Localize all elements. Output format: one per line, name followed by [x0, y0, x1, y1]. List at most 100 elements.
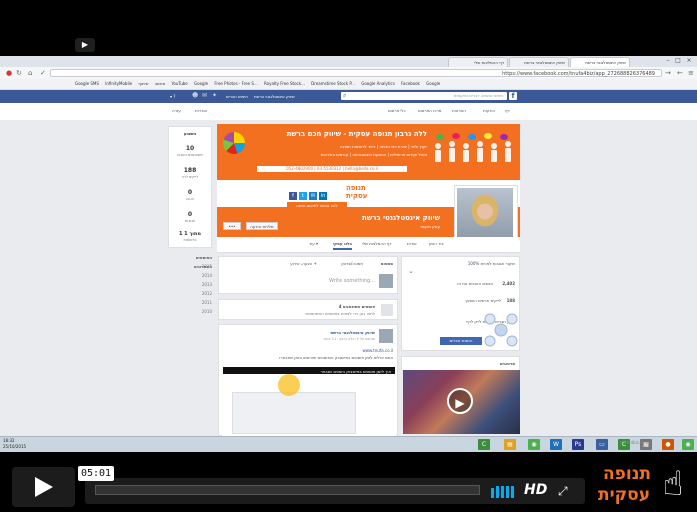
- linkedin-icon[interactable]: in: [319, 192, 327, 200]
- notifications-icon[interactable]: ✦: [212, 93, 218, 99]
- subnav-item[interactable]: הגדרות: [195, 108, 207, 113]
- stat-number[interactable]: 1 מתוך 1: [169, 231, 211, 237]
- bookmark-item[interactable]: Google: [426, 79, 440, 89]
- bookmark-item[interactable]: Free Photos - Free S...: [214, 79, 257, 89]
- search-icon[interactable]: ⌕: [343, 93, 349, 99]
- menu-icon[interactable]: ≡: [688, 69, 694, 77]
- composer-tab-offer[interactable]: הצעה, אירוע +: [290, 261, 317, 266]
- reach-count[interactable]: 188: [507, 298, 515, 303]
- facebook-logo[interactable]: f: [509, 92, 517, 100]
- year-link[interactable]: 2011: [186, 298, 212, 307]
- volume-bar[interactable]: [491, 488, 494, 498]
- stat-number[interactable]: 10: [169, 145, 211, 152]
- composer-tab-status[interactable]: סטטוס: [381, 261, 393, 266]
- friends-icon[interactable]: ☻: [192, 93, 198, 99]
- year-link[interactable]: 2012: [186, 289, 212, 298]
- app-icon[interactable]: ●: [662, 439, 674, 450]
- page-name[interactable]: שיווק אינסטלגנטי ברשת: [362, 214, 440, 222]
- photoshop-icon[interactable]: Ps: [572, 439, 584, 450]
- bookmark-item[interactable]: מחשב: [155, 79, 165, 89]
- tab-recommendations[interactable]: דף ההמלצות שלי: [362, 241, 392, 246]
- bookmark-item[interactable]: Dreamstime Stock P...: [311, 79, 355, 89]
- browser-tab-active[interactable]: שיווק אינסטלגנטי ברשת: [570, 57, 630, 67]
- hd-toggle[interactable]: HD: [524, 482, 547, 498]
- chrome-icon[interactable]: ◉: [682, 439, 694, 450]
- subnav-item[interactable]: דף: [505, 108, 510, 113]
- browser-tab[interactable]: דף ההמלצות שלי: [448, 57, 508, 67]
- close-window-icon[interactable]: ×: [685, 57, 693, 64]
- volume-bar[interactable]: [506, 486, 509, 498]
- chrome-icon[interactable]: ◉: [528, 439, 540, 450]
- year-link[interactable]: 2010: [186, 307, 212, 316]
- subnav-item[interactable]: התראות: [452, 108, 466, 113]
- stat-number[interactable]: 188: [169, 167, 211, 174]
- maximize-icon[interactable]: □: [674, 57, 682, 64]
- bookmark-item[interactable]: Google Analytics: [361, 79, 395, 89]
- subnav-item[interactable]: כלי פרסום: [388, 108, 406, 113]
- invite-friends-button[interactable]: הזמנת חברים: [440, 337, 482, 345]
- cover-photo[interactable]: ללה גרבון תנופה עסקית - שיווק חכם ברשת י…: [217, 124, 520, 180]
- subnav-item[interactable]: עזרה: [172, 108, 181, 113]
- tab-more[interactable]: עוד ▾: [309, 241, 318, 246]
- tab-business-blog[interactable]: בלוג עסקי: [333, 241, 352, 250]
- stop-icon[interactable]: ●: [6, 69, 12, 77]
- play-icon[interactable]: [35, 477, 53, 497]
- chevron-down-icon[interactable]: ⌄: [408, 267, 414, 275]
- home-icon[interactable]: ⌂: [28, 69, 32, 77]
- minimize-icon[interactable]: –: [664, 57, 672, 64]
- reload-icon[interactable]: ↻: [16, 69, 22, 77]
- email-icon[interactable]: ✉: [309, 192, 317, 200]
- more-options-button[interactable]: •••: [223, 222, 241, 230]
- checkmark-icon[interactable]: ✓: [40, 69, 46, 77]
- forward-icon[interactable]: ←: [677, 69, 683, 77]
- monitor-icon[interactable]: ▭: [596, 439, 608, 450]
- nav-user-name[interactable]: שיווק אינסטלגנטי ברשת: [254, 93, 295, 100]
- tab-label: שיווק אינסטלגנטי ברשת: [524, 60, 565, 65]
- progress-bar[interactable]: [95, 485, 480, 495]
- back-icon[interactable]: →: [665, 69, 671, 77]
- fullscreen-icon[interactable]: ⤢: [558, 484, 568, 499]
- nav-help-icon[interactable]: ▾ ?: [170, 93, 175, 100]
- bookmark-item[interactable]: Google: [194, 79, 208, 89]
- composer-input[interactable]: Write something...: [329, 278, 375, 284]
- folder-icon[interactable]: ▤: [504, 439, 516, 450]
- messages-icon[interactable]: ✉: [202, 93, 208, 99]
- url-input[interactable]: https://www.facebook.com/tnufa4biz/app_2…: [50, 69, 662, 77]
- nav-find-friends[interactable]: חיפוש חברים: [226, 93, 248, 100]
- bookmark-item[interactable]: Royalty Free Stock...: [264, 79, 305, 89]
- send-message-button[interactable]: שליחת הודעה: [246, 222, 278, 230]
- tab-timeline[interactable]: ציר הזמן: [429, 241, 444, 246]
- stat-number[interactable]: 0: [169, 211, 211, 218]
- bookmark-item[interactable]: InfinityMobile: [105, 79, 132, 89]
- facebook-search-input[interactable]: חפשו אנשים, דברים ומקומות: [341, 92, 507, 100]
- composer-tab-photo[interactable]: תמונה/סרטון: [341, 261, 363, 266]
- video-thumbnail[interactable]: [232, 392, 356, 434]
- subnav-item[interactable]: מרכז הפרסום: [418, 108, 441, 113]
- tnufa-logo[interactable]: תנופה עסקית: [346, 184, 388, 200]
- camtasia-icon[interactable]: C: [478, 439, 490, 450]
- bookmark-item[interactable]: Facebook: [401, 79, 420, 89]
- facebook-social-icon[interactable]: f: [289, 192, 297, 200]
- twitter-icon[interactable]: t: [299, 192, 307, 200]
- scheduled-posts-card[interactable]: 4 פוסטים מתוזמנים לחצו כאן כדי לצפות בפו…: [218, 299, 398, 320]
- post-author[interactable]: שיווק אינסטלגנטי ברשת: [330, 330, 375, 335]
- post-link[interactable]: www.tnufa.co.il: [362, 348, 393, 353]
- browser-tab[interactable]: שיווק אינסטלגנטי ברשת: [509, 57, 569, 67]
- year-link[interactable]: 2014: [186, 271, 212, 280]
- tab-about[interactable]: אודות: [407, 241, 417, 246]
- tnufa-brand-logo[interactable]: תנופה עסקית ☝: [595, 458, 695, 510]
- play-circle-icon[interactable]: ▶: [447, 388, 473, 414]
- youtube-play-icon[interactable]: ▶: [75, 38, 95, 52]
- likes-count[interactable]: 2,402: [502, 281, 515, 286]
- volume-bar[interactable]: [511, 486, 514, 498]
- subnav-item[interactable]: הודעות: [483, 108, 495, 113]
- bookmark-item[interactable]: Google SMS: [75, 79, 99, 89]
- volume-bar[interactable]: [501, 486, 504, 498]
- bookmark-item[interactable]: שיתוף: [138, 79, 148, 89]
- volume-bar[interactable]: [496, 486, 499, 498]
- post-avatar[interactable]: [379, 329, 393, 343]
- stat-number[interactable]: 0: [169, 189, 211, 196]
- bookmark-item[interactable]: YouTube: [171, 79, 187, 89]
- year-link[interactable]: 2013: [186, 280, 212, 289]
- word-icon[interactable]: W: [550, 439, 562, 450]
